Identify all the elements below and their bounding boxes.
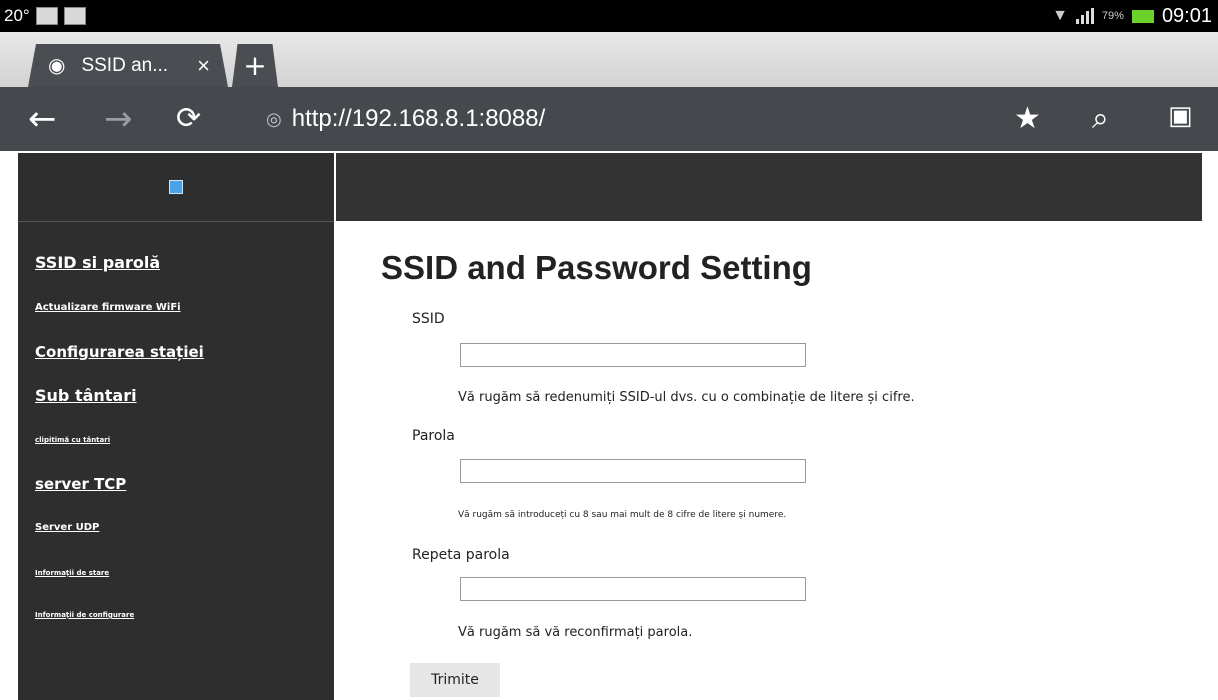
ssid-label: SSID xyxy=(412,311,445,327)
password-label: Parola xyxy=(412,428,455,444)
password-hint: Vă rugăm să introduceți cu 8 sau mai mul… xyxy=(458,510,787,520)
signal-icon xyxy=(1075,8,1094,24)
sidebar-item-firmware-update[interactable]: Actualizare firmware WiFi xyxy=(35,302,181,313)
sidebar-item-ssid-password[interactable]: SSID si parolă xyxy=(35,253,160,272)
main-content: SSID and Password Setting SSID Vă rugăm … xyxy=(336,221,1202,700)
url-field[interactable]: ◎ http://192.168.8.1:8088/ xyxy=(266,105,545,133)
ssid-input[interactable] xyxy=(460,343,806,367)
sidebar-item-udp-server[interactable]: Server UDP xyxy=(35,522,99,533)
bookmark-star-icon[interactable]: ★ xyxy=(1014,101,1041,136)
sidebar-item-station-config[interactable]: Configurarea stației xyxy=(35,343,204,361)
page-header-bar xyxy=(336,153,1202,221)
ssid-hint: Vă rugăm să redenumiți SSID-ul dvs. cu o… xyxy=(458,390,915,405)
notification-icon xyxy=(35,7,58,25)
sidebar: SSID si parolă Actualizare firmware WiFi… xyxy=(18,153,334,700)
bookmarks-icon[interactable]: ▣ xyxy=(1168,101,1193,131)
site-info-icon: ◎ xyxy=(266,108,282,129)
page-title: SSID and Password Setting xyxy=(381,249,812,286)
new-tab-button[interactable]: + xyxy=(232,44,278,87)
tab-title: SSID an... xyxy=(81,54,169,76)
browser-tab[interactable]: ◉ SSID an... × xyxy=(28,44,228,87)
status-left: 20° xyxy=(4,4,86,28)
logo-area xyxy=(18,153,334,222)
url-text: http://192.168.8.1:8088/ xyxy=(291,105,546,132)
forward-icon[interactable]: → xyxy=(104,99,133,139)
repeat-password-label: Repeta parola xyxy=(412,547,510,563)
reload-icon[interactable]: ⟳ xyxy=(176,99,201,139)
search-icon[interactable]: ⌕ xyxy=(1092,101,1109,136)
address-bar: ← → ⟳ ◎ http://192.168.8.1:8088/ ★ ⌕ ▣ xyxy=(0,87,1218,151)
image-icon xyxy=(63,7,86,25)
sidebar-item-status-info[interactable]: Informații de stare xyxy=(35,569,109,577)
repeat-password-input[interactable] xyxy=(460,577,806,601)
battery-icon xyxy=(1131,9,1154,23)
battery-percent: 79% xyxy=(1101,10,1124,22)
repeat-password-hint: Vă rugăm să vă reconfirmați parola. xyxy=(458,625,693,640)
sidebar-item-config-info[interactable]: Informații de configurare xyxy=(35,611,134,619)
status-right: ▼ 79% 09:01 xyxy=(1052,4,1212,28)
submit-button[interactable]: Trimite xyxy=(410,663,500,697)
sidebar-item-tcp-server[interactable]: server TCP xyxy=(35,475,126,493)
sidebar-item-sub-tantari[interactable]: Sub tântari xyxy=(35,386,137,405)
wifi-icon: ▼ xyxy=(1052,7,1068,24)
sidebar-item-clipitima[interactable]: clipitimă cu tântari xyxy=(35,436,110,444)
back-icon[interactable]: ← xyxy=(28,99,57,139)
password-input[interactable] xyxy=(460,459,806,483)
temperature: 20° xyxy=(4,6,30,25)
close-tab-icon[interactable]: × xyxy=(197,53,210,79)
logo-icon xyxy=(169,180,183,194)
status-bar: 20° ▼ 79% 09:01 xyxy=(0,0,1218,32)
clock: 09:01 xyxy=(1161,4,1212,27)
globe-icon: ◉ xyxy=(48,55,66,77)
tab-strip: ◉ SSID an... × + xyxy=(0,32,1218,87)
